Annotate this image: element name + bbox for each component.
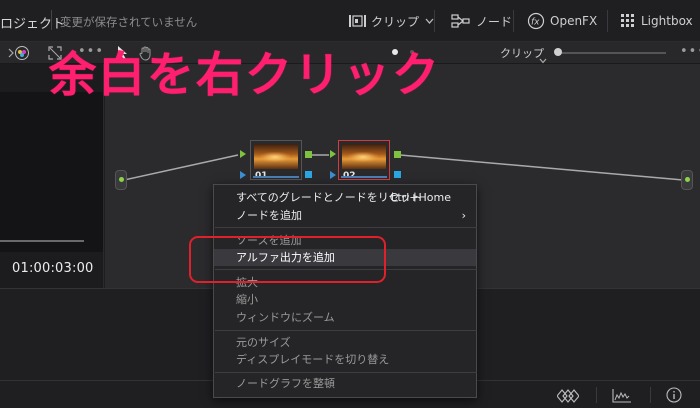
scopes-icon[interactable] [612, 388, 632, 407]
chevron-down-icon [425, 18, 434, 24]
node-status-bar [341, 176, 387, 178]
menu-separator [215, 330, 477, 331]
fx-icon: fx [527, 12, 545, 30]
top-bar: ロジェクト 変更が保存されていません クリップ ノード fx OpenFX Li… [0, 0, 700, 42]
timecode: 01:00:03:00 [12, 261, 94, 276]
openfx-label: OpenFX [550, 14, 598, 28]
divider [434, 10, 435, 32]
node-thumbnail [342, 144, 386, 169]
divider [650, 387, 651, 403]
node-rgb-input[interactable] [330, 150, 336, 158]
zoom-slider-track[interactable] [556, 52, 666, 54]
node-button[interactable]: ノード [451, 0, 512, 42]
keyframes-icon[interactable] [556, 388, 580, 407]
node-key-output[interactable] [305, 171, 312, 178]
menu-item-label: 縮小 [236, 293, 258, 306]
node-label: ノード [476, 14, 513, 29]
menu-separator [215, 227, 477, 228]
node-01[interactable]: 01 [250, 140, 302, 181]
clip-view-icon [348, 14, 370, 28]
save-status: 変更が保存されていません [60, 15, 198, 29]
menu-item-label: ノードを追加 [236, 209, 302, 222]
annotation-highlight-box [189, 236, 386, 283]
context-menu: すべてのグレードとノードをリセット Ctrl+Home ノードを追加 › ソース… [213, 184, 477, 398]
svg-text:fx: fx [531, 18, 540, 28]
menu-item-add-node[interactable]: ノードを追加 › [214, 207, 476, 224]
menu-separator [215, 372, 477, 373]
node-thumbnail [254, 144, 298, 169]
menu-item-label: ノードグラフを整頓 [236, 377, 335, 390]
menu-item-zoom-to-window[interactable]: ウィンドウにズーム [214, 309, 476, 326]
source-endpoint[interactable] [115, 170, 127, 190]
color-picker-icon[interactable] [13, 44, 31, 62]
info-icon[interactable] [666, 387, 682, 407]
zoom-slider-handle[interactable] [554, 48, 562, 56]
menu-item-label: ディスプレイモードを切り替え [236, 353, 390, 366]
node-key-output[interactable] [394, 171, 401, 178]
menu-item-zoom-out[interactable]: 縮小 [214, 291, 476, 308]
lightbox-label: Lightbox [641, 14, 693, 28]
clip-dropdown[interactable]: クリップ [500, 45, 544, 61]
menu-item-label: 元のサイズ [236, 336, 291, 349]
clip-view-button[interactable]: クリップ [348, 0, 434, 42]
node-rgb-output[interactable] [394, 151, 401, 158]
menu-item-label: ウィンドウにズーム [236, 311, 335, 324]
project-name: ロジェクト [0, 17, 66, 32]
divider [513, 10, 514, 32]
chevron-right-icon: › [461, 209, 466, 222]
menu-item-toggle-display-mode[interactable]: ディスプレイモードを切り替え [214, 351, 476, 368]
menu-item-original-size[interactable]: 元のサイズ [214, 334, 476, 351]
menu-item-shortcut: Ctrl+Home [389, 191, 451, 204]
clip-label: クリップ [371, 14, 420, 29]
node-status-bar [253, 176, 299, 178]
divider [607, 10, 608, 32]
node-rgb-input[interactable] [240, 150, 246, 158]
node-key-input[interactable] [330, 171, 336, 179]
node-02[interactable]: 02 [338, 140, 390, 181]
viewer-scrubber[interactable] [0, 240, 84, 242]
menu-item-tidy-node-graph[interactable]: ノードグラフを整頓 [214, 375, 476, 392]
grid-icon [621, 14, 635, 28]
node-rgb-output[interactable] [305, 151, 312, 158]
output-endpoint[interactable] [681, 170, 693, 190]
menu-item-reset-all[interactable]: すべてのグレードとノードをリセット Ctrl+Home [214, 189, 476, 206]
annotation-caption: 余白を右クリック [49, 48, 441, 103]
openfx-button[interactable]: fx OpenFX [527, 0, 597, 42]
viewer-frame[interactable] [0, 92, 103, 252]
more-options-icon[interactable]: ••• [680, 45, 700, 58]
node-icon [451, 13, 471, 29]
lightbox-button[interactable]: Lightbox [621, 0, 693, 42]
node-key-input[interactable] [240, 171, 246, 179]
divider [596, 387, 597, 403]
divider [51, 10, 52, 30]
